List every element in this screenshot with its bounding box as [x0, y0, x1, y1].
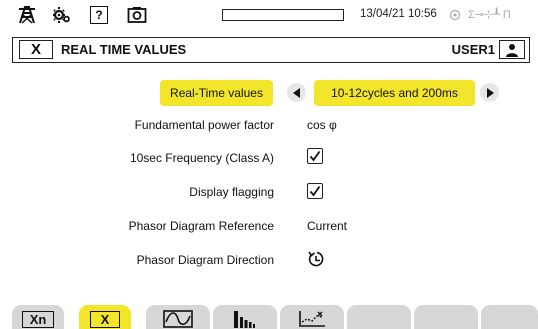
settings-icon[interactable] — [50, 4, 72, 26]
tab-empty-1[interactable] — [347, 305, 411, 329]
left-arrow-icon — [292, 87, 300, 98]
help-icon[interactable]: ? — [88, 4, 110, 26]
close-button[interactable]: X — [19, 40, 53, 59]
user-icon — [506, 43, 518, 57]
tab-empty-3[interactable] — [481, 305, 538, 329]
page-title: REAL TIME VALUES — [61, 42, 187, 57]
power-factor-label: Fundamental power factor — [134, 118, 274, 132]
trend-icon — [299, 311, 325, 327]
phasor-reference-value[interactable]: Current — [307, 219, 347, 233]
tab-empty-2[interactable] — [414, 305, 478, 329]
harmonics-icon — [234, 311, 255, 328]
gps-icon — [448, 4, 462, 26]
real-time-values-select[interactable]: 10-12cycles and 200ms — [314, 80, 475, 106]
phasor-direction-label: Phasor Diagram Direction — [136, 253, 274, 267]
xn-label: Xn — [22, 310, 54, 328]
frequency-checkbox[interactable] — [307, 148, 323, 164]
frequency-label: 10sec Frequency (Class A) — [129, 151, 274, 165]
date-time: 13/04/21 10:56 — [360, 8, 437, 20]
real-time-values-label: Real-Time values — [160, 80, 273, 106]
phasor-reference-label: Phasor Diagram Reference — [128, 219, 274, 233]
power-factor-value[interactable]: cos φ — [307, 118, 337, 132]
tab-xn[interactable]: Xn — [12, 305, 64, 329]
title-bar: X REAL TIME VALUES USER1 — [12, 37, 530, 63]
network-status: Σ⊸⊹┸ Π — [468, 9, 511, 21]
user-button[interactable] — [499, 40, 525, 59]
tab-harmonics[interactable] — [213, 305, 277, 329]
tab-waveform[interactable] — [146, 305, 210, 329]
waveform-icon — [163, 310, 193, 328]
x-label: X — [90, 310, 120, 328]
tab-trend[interactable] — [280, 305, 344, 329]
tower-icon[interactable] — [16, 4, 38, 26]
tab-x[interactable]: X — [79, 305, 131, 329]
user-label: USER1 — [451, 42, 495, 57]
status-bar: ? 13/04/21 10:56 Σ⊸⊹┸ Π — [0, 0, 538, 30]
rotate-counterclockwise-icon[interactable] — [307, 250, 325, 268]
check-icon — [309, 185, 321, 197]
recording-progress-bar — [222, 9, 344, 21]
next-arrow-button[interactable] — [480, 83, 499, 102]
help-glyph: ? — [90, 6, 108, 24]
camera-icon[interactable] — [126, 4, 148, 26]
right-arrow-icon — [486, 87, 494, 98]
display-flagging-label: Display flagging — [189, 185, 274, 199]
previous-arrow-button[interactable] — [287, 83, 306, 102]
check-icon — [309, 150, 321, 162]
display-flagging-checkbox[interactable] — [307, 183, 323, 199]
